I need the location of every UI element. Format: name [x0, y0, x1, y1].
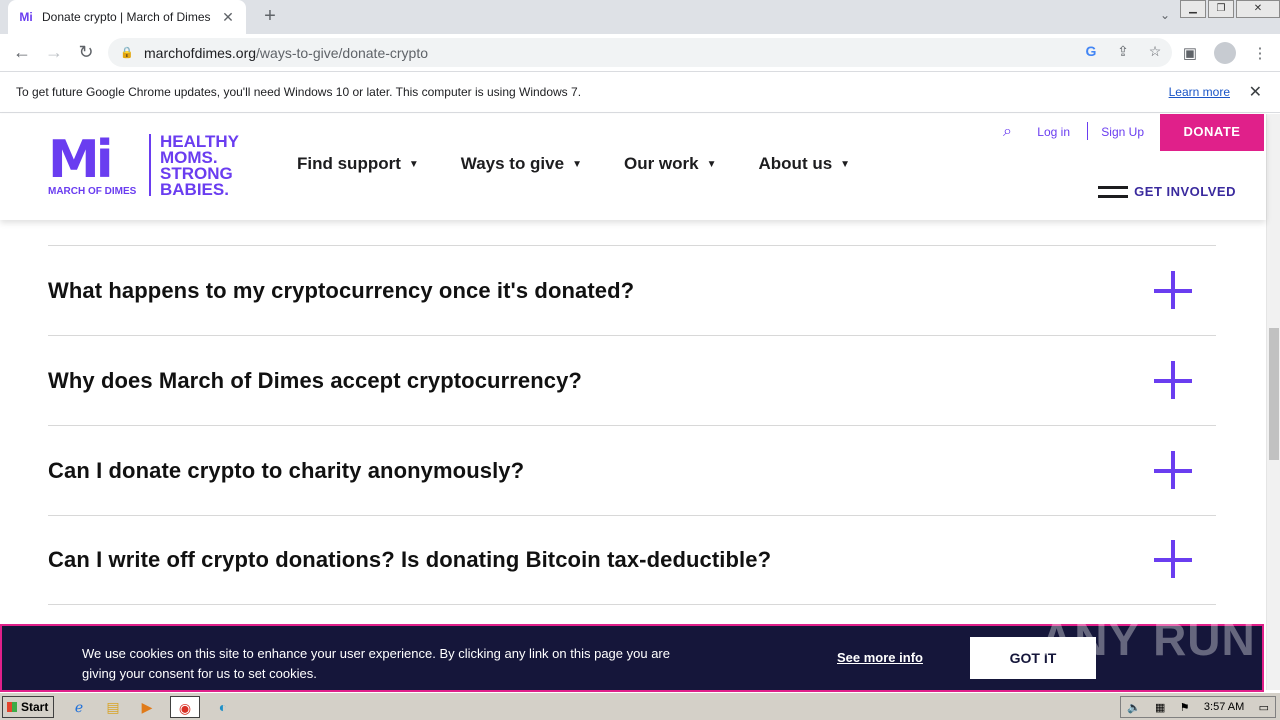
- get-involved-label: GET INVOLVED: [1134, 184, 1236, 199]
- faq-item[interactable]: Can I write off crypto donations? Is don…: [48, 515, 1216, 605]
- restore-button[interactable]: ❐: [1208, 0, 1234, 18]
- nav-ways-to-give[interactable]: Ways to give ▼: [461, 154, 582, 174]
- faq-question: Can I write off crypto donations? Is don…: [48, 547, 772, 572]
- system-tray: 🔈 ▦ ⚑ 3:57 AM ▭: [1120, 696, 1276, 718]
- nav-find-support[interactable]: Find support ▼: [297, 154, 419, 174]
- logo-divider: [149, 134, 151, 196]
- scrollbar-thumb[interactable]: [1269, 328, 1279, 460]
- network-icon[interactable]: ▦: [1155, 701, 1165, 714]
- search-icon[interactable]: ⌕: [1003, 123, 1012, 141]
- nav-our-work[interactable]: Our work ▼: [624, 154, 717, 174]
- profile-avatar-icon[interactable]: [1214, 42, 1236, 64]
- faq-item[interactable]: Why does March of Dimes accept cryptocur…: [48, 335, 1216, 425]
- infobar-message: To get future Google Chrome updates, you…: [16, 85, 582, 99]
- quick-launch: ℯ ▤ ▶ ◉ ◐: [68, 696, 234, 718]
- address-bar[interactable]: 🔒 marchofdimes.org/ways-to-give/donate-c…: [108, 38, 1172, 67]
- nav-label: Find support: [297, 154, 401, 173]
- window-controls: ⌄ ▁ ❐ ✕: [1160, 0, 1280, 22]
- google-icon[interactable]: G: [1082, 43, 1100, 60]
- window-close-button[interactable]: ✕: [1236, 0, 1280, 18]
- donate-button[interactable]: DONATE: [1160, 114, 1264, 151]
- site-header: Mi MARCH OF DIMES HEALTHY MOMS. STRONG B…: [0, 114, 1266, 220]
- tagline-line: BABIES.: [160, 180, 229, 199]
- browser-toolbar: ← → ↻ 🔒 marchofdimes.org/ways-to-give/do…: [0, 34, 1280, 71]
- logo-org-name: MARCH OF DIMES: [48, 186, 137, 197]
- folder-icon[interactable]: ▤: [102, 696, 124, 718]
- faq-question: What happens to my cryptocurrency once i…: [48, 277, 635, 303]
- url-domain: marchofdimes.org: [144, 44, 257, 61]
- infobar-close-icon[interactable]: ✕: [1249, 82, 1262, 102]
- back-arrow-icon[interactable]: ←: [6, 42, 38, 63]
- nav-label: About us: [758, 154, 833, 173]
- expand-plus-icon[interactable]: [1154, 540, 1194, 580]
- url-path: /ways-to-give/donate-crypto: [256, 44, 429, 61]
- chevron-down-icon: ▼: [706, 158, 717, 170]
- browser-tab-strip: Mi Donate crypto | March of Dimes ✕ + ⌄ …: [0, 0, 1280, 34]
- nav-label: Ways to give: [460, 154, 565, 173]
- chrome-icon[interactable]: ◉: [170, 696, 200, 718]
- get-involved-menu[interactable]: GET INVOLVED: [1098, 184, 1236, 199]
- learn-more-link[interactable]: Learn more: [1169, 85, 1230, 99]
- share-icon[interactable]: ⇪: [1114, 43, 1132, 60]
- start-button[interactable]: Start: [2, 696, 54, 718]
- expand-plus-icon[interactable]: [1154, 270, 1194, 311]
- logo-mark: Mi MARCH OF DIMES: [48, 134, 138, 200]
- expand-plus-icon[interactable]: [1154, 360, 1194, 401]
- faq-item[interactable]: What happens to my cryptocurrency once i…: [48, 245, 1216, 335]
- bookmark-star-icon[interactable]: ☆: [1146, 43, 1164, 60]
- anyrun-watermark: ANY RUN: [1040, 613, 1256, 665]
- browser-tab[interactable]: Mi Donate crypto | March of Dimes ✕: [8, 0, 246, 34]
- show-desktop-icon[interactable]: ▭: [1259, 701, 1269, 714]
- new-tab-button[interactable]: +: [259, 6, 281, 28]
- lock-icon[interactable]: 🔒: [120, 46, 134, 59]
- windows-taskbar: Start ℯ ▤ ▶ ◉ ◐ 🔈 ▦ ⚑ 3:57 AM ▭: [0, 692, 1280, 720]
- march-of-dimes-logo[interactable]: Mi MARCH OF DIMES HEALTHY MOMS. STRONG B…: [48, 133, 248, 200]
- chevron-down-icon: ▼: [840, 158, 851, 170]
- login-link[interactable]: Log in: [1037, 125, 1070, 139]
- chevron-down-icon: ▼: [572, 158, 582, 170]
- ie-icon[interactable]: ℯ: [68, 696, 90, 718]
- page-scrollbar[interactable]: [1266, 114, 1280, 690]
- expand-plus-icon[interactable]: [1154, 450, 1194, 491]
- nav-about-us[interactable]: About us ▼: [759, 154, 851, 174]
- see-more-info-link[interactable]: See more info: [837, 650, 923, 665]
- media-player-icon[interactable]: ▶: [136, 696, 158, 718]
- edge-icon[interactable]: ◐: [212, 696, 234, 718]
- faq-question: Why does March of Dimes accept cryptocur…: [48, 367, 582, 393]
- logo-mi-icon: Mi: [48, 130, 114, 190]
- main-nav: Find support ▼ Ways to give ▼ Our work ▼ Ab…: [297, 154, 892, 174]
- flag-icon[interactable]: ⚑: [1180, 701, 1190, 714]
- omnibox-actions: G ⇪ ☆: [1082, 43, 1164, 60]
- menu-kebab-icon[interactable]: ⋮: [1250, 44, 1270, 62]
- side-panel-icon[interactable]: ▣: [1180, 44, 1200, 62]
- toolbar-actions: ▣ ⋮: [1180, 42, 1270, 64]
- faq-question: Can I donate crypto to charity anonymous…: [48, 457, 525, 483]
- logo-tagline: HEALTHY MOMS. STRONG BABIES.: [160, 133, 239, 199]
- utility-divider: [1087, 122, 1088, 140]
- forward-arrow-icon[interactable]: →: [38, 42, 70, 63]
- tab-title: Donate crypto | March of Dimes: [42, 10, 211, 24]
- reload-icon[interactable]: ↻: [70, 42, 102, 63]
- nav-label: Our work: [623, 154, 699, 173]
- volume-icon[interactable]: 🔈: [1127, 701, 1141, 714]
- url-text[interactable]: marchofdimes.org/ways-to-give/donate-cry…: [144, 45, 428, 61]
- minimize-button[interactable]: ▁: [1180, 0, 1206, 18]
- chevron-down-icon: ▼: [408, 158, 419, 170]
- signup-link[interactable]: Sign Up: [1101, 125, 1144, 139]
- update-infobar: To get future Google Chrome updates, you…: [0, 71, 1280, 113]
- faq-accordion: What happens to my cryptocurrency once i…: [48, 220, 1216, 605]
- clock[interactable]: 3:57 AM: [1204, 701, 1244, 713]
- hamburger-icon: [1098, 185, 1129, 198]
- tab-close-icon[interactable]: ✕: [220, 9, 236, 26]
- tab-search-chevron-icon[interactable]: ⌄: [1160, 8, 1170, 22]
- faq-item[interactable]: Can I donate crypto to charity anonymous…: [48, 425, 1216, 515]
- cookie-message: We use cookies on this site to enhance y…: [82, 646, 670, 681]
- march-of-dimes-favicon-icon: Mi: [19, 10, 33, 24]
